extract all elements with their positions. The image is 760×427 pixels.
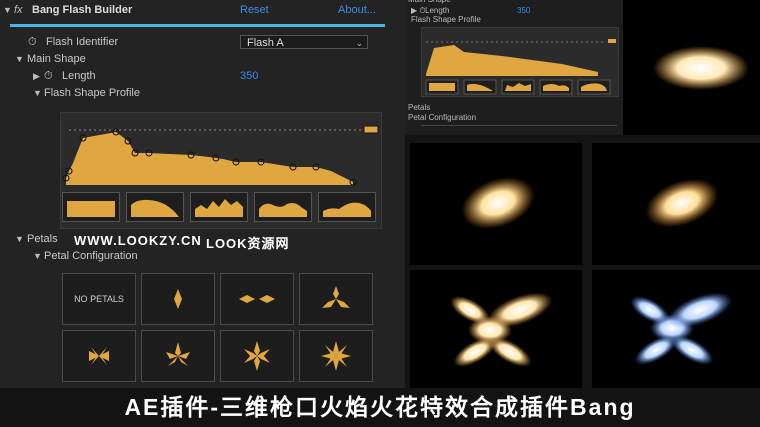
selection-bar bbox=[10, 24, 385, 27]
flash-identifier-dropdown[interactable]: Flash A ⌄ bbox=[240, 35, 368, 49]
dropdown-value: Flash A bbox=[247, 37, 284, 49]
max-handle[interactable] bbox=[363, 125, 379, 134]
petals-label: Petals bbox=[27, 233, 58, 245]
preview-tile-flash-1 bbox=[410, 143, 582, 265]
mini-profile-editor bbox=[421, 27, 619, 97]
petal-option-4[interactable] bbox=[62, 330, 136, 382]
petal-option-2[interactable] bbox=[220, 273, 294, 325]
collapse-triangle-icon[interactable]: ▼ bbox=[3, 2, 12, 18]
petal-option-7[interactable] bbox=[299, 330, 373, 382]
preset-wave[interactable] bbox=[254, 192, 312, 222]
petals-triangle-icon[interactable]: ▼ bbox=[15, 231, 24, 247]
stopwatch-icon[interactable]: ⏱ bbox=[44, 68, 53, 84]
preview-tile-petals-blue bbox=[592, 270, 760, 388]
petal-option-3[interactable] bbox=[299, 273, 373, 325]
petal-option-6[interactable] bbox=[220, 330, 294, 382]
main-shape-label: Main Shape bbox=[27, 53, 86, 65]
mini-petal-grid bbox=[421, 125, 617, 135]
length-expand-icon[interactable]: ▶ bbox=[33, 68, 40, 84]
preview-tile-petals-warm bbox=[410, 270, 582, 388]
preset-dome[interactable] bbox=[126, 192, 184, 222]
preview-tile-main bbox=[623, 0, 760, 135]
petal-config-label: Petal Configuration bbox=[44, 250, 138, 262]
stopwatch-icon[interactable]: ⏱ bbox=[28, 34, 37, 50]
length-label: Length bbox=[62, 70, 96, 82]
preview-tile-flash-2 bbox=[592, 143, 760, 265]
profile-shape bbox=[66, 132, 353, 185]
petal-option-none[interactable]: NO PETALS bbox=[62, 273, 136, 325]
mini-petal-config-label: Petal Configuration bbox=[408, 113, 477, 122]
petal-option-5[interactable] bbox=[141, 330, 215, 382]
reset-link[interactable]: Reset bbox=[240, 2, 269, 18]
preset-bulge[interactable] bbox=[318, 192, 376, 222]
length-value[interactable]: 350 bbox=[240, 68, 258, 84]
no-petals-label: NO PETALS bbox=[74, 294, 124, 304]
flash-identifier-label: Flash Identifier bbox=[46, 36, 119, 48]
profile-triangle-icon[interactable]: ▼ bbox=[33, 85, 42, 101]
profile-label: Flash Shape Profile bbox=[44, 87, 140, 99]
preset-jagged[interactable] bbox=[190, 192, 248, 222]
petal-config-triangle-icon[interactable]: ▼ bbox=[33, 248, 42, 264]
effect-title: Bang Flash Builder bbox=[32, 4, 133, 16]
chevron-down-icon: ⌄ bbox=[355, 38, 363, 48]
effect-header: ▼ fx Bang Flash Builder Reset About... bbox=[0, 0, 405, 20]
mini-effect-panel: Main Shape ▶ ⏱ Length 350 Flash Shape Pr… bbox=[405, 0, 623, 135]
fx-icon[interactable]: fx bbox=[14, 2, 23, 18]
effect-controls-panel: ▼ fx Bang Flash Builder Reset About... ⏱… bbox=[0, 0, 405, 388]
mini-length-value: 350 bbox=[517, 6, 531, 15]
watermark-brand: LOOK资源网 bbox=[206, 236, 290, 251]
preset-flat[interactable] bbox=[62, 192, 120, 222]
caption-bar: AE插件-三维枪口火焰火花特效合成插件Bang bbox=[0, 388, 760, 427]
mini-profile-label: Flash Shape Profile bbox=[411, 15, 481, 24]
petal-option-1[interactable] bbox=[141, 273, 215, 325]
watermark-site: WWW.LOOKZY.CN bbox=[74, 233, 202, 248]
about-link[interactable]: About... bbox=[338, 2, 376, 18]
main-shape-triangle-icon[interactable]: ▼ bbox=[15, 51, 24, 67]
